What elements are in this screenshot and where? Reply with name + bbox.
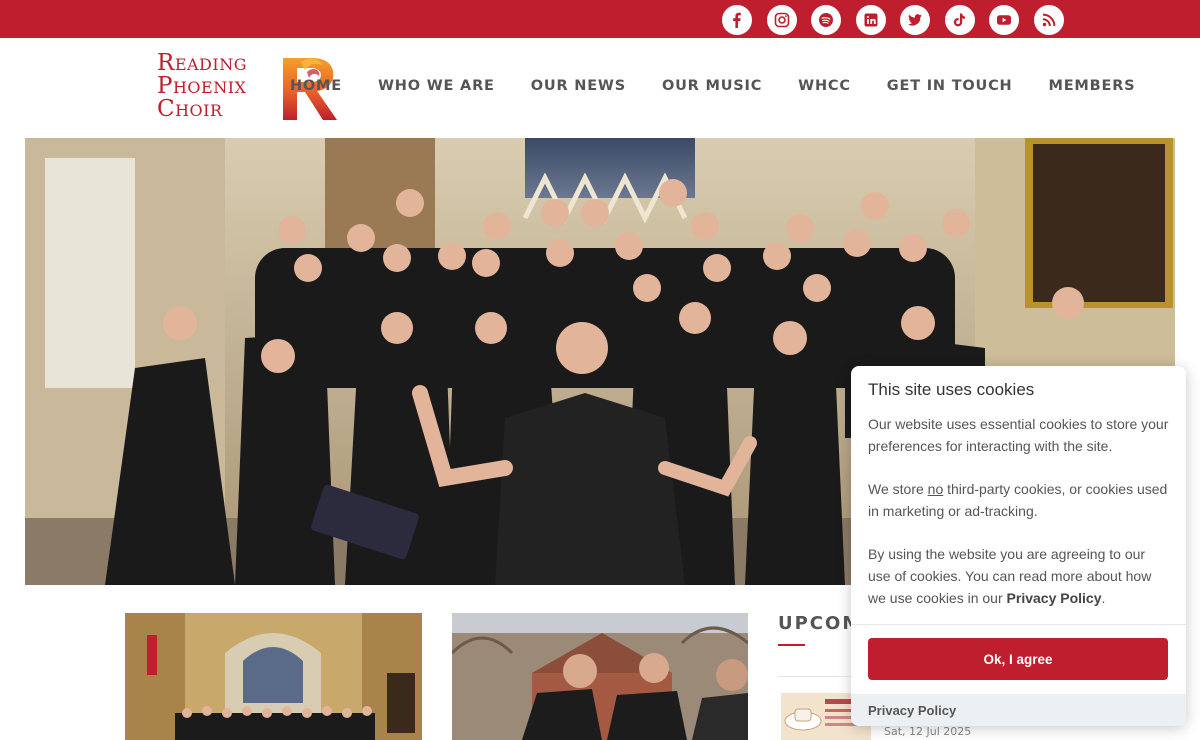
facebook-icon[interactable] <box>722 5 752 35</box>
cookie-footer: Privacy Policy <box>851 694 1186 726</box>
nav-item-our-music[interactable]: OUR MUSIC <box>662 78 762 94</box>
accept-cookies-button[interactable]: Ok, I agree <box>868 638 1168 680</box>
nav-item-home[interactable]: HOME <box>290 78 342 94</box>
top-bar <box>0 0 1200 38</box>
upcoming-divider <box>778 676 858 677</box>
event-date: Sat, 12 Jul 2025 <box>884 725 972 738</box>
privacy-policy-link[interactable]: Privacy Policy <box>868 703 956 718</box>
nav-item-whcc[interactable]: WHCC <box>798 78 851 94</box>
cookie-consent-dialog: This site uses cookies Our website uses … <box>851 366 1186 726</box>
tiktok-icon[interactable] <box>944 5 975 35</box>
nav-item-our-news[interactable]: OUR NEWS <box>531 78 626 94</box>
rss-icon[interactable] <box>1033 5 1064 35</box>
main-nav: HOME WHO WE ARE OUR NEWS OUR MUSIC WHCC … <box>290 78 1171 94</box>
social-links <box>722 5 1064 35</box>
cookie-paragraph-3: By using the website you are agreeing to… <box>868 546 1152 606</box>
nav-item-members[interactable]: MEMBERS <box>1048 78 1135 94</box>
logo-wordmark: Reading Phoenix Choir <box>157 50 247 122</box>
spotify-icon[interactable] <box>811 5 841 35</box>
youtube-icon[interactable] <box>989 5 1019 35</box>
cookie-divider <box>851 624 1186 625</box>
news-card-image-1[interactable] <box>125 613 422 740</box>
cookie-paragraph-1: Our website uses essential cookies to st… <box>868 416 1169 454</box>
upcoming-underline <box>778 644 805 646</box>
twitter-icon[interactable] <box>900 5 930 35</box>
nav-item-who-we-are[interactable]: WHO WE ARE <box>378 78 495 94</box>
privacy-policy-inline-link[interactable]: Privacy Policy <box>1007 590 1102 606</box>
news-card-image-2[interactable] <box>452 613 748 740</box>
cookie-paragraph-2: We store no third-party cookies, or cook… <box>868 481 1168 519</box>
nav-item-get-in-touch[interactable]: GET IN TOUCH <box>887 78 1013 94</box>
linkedin-icon[interactable] <box>855 5 886 35</box>
cookie-message: Our website uses essential cookies to st… <box>868 414 1170 631</box>
instagram-icon[interactable] <box>766 5 797 35</box>
cookie-title: This site uses cookies <box>868 380 1035 399</box>
